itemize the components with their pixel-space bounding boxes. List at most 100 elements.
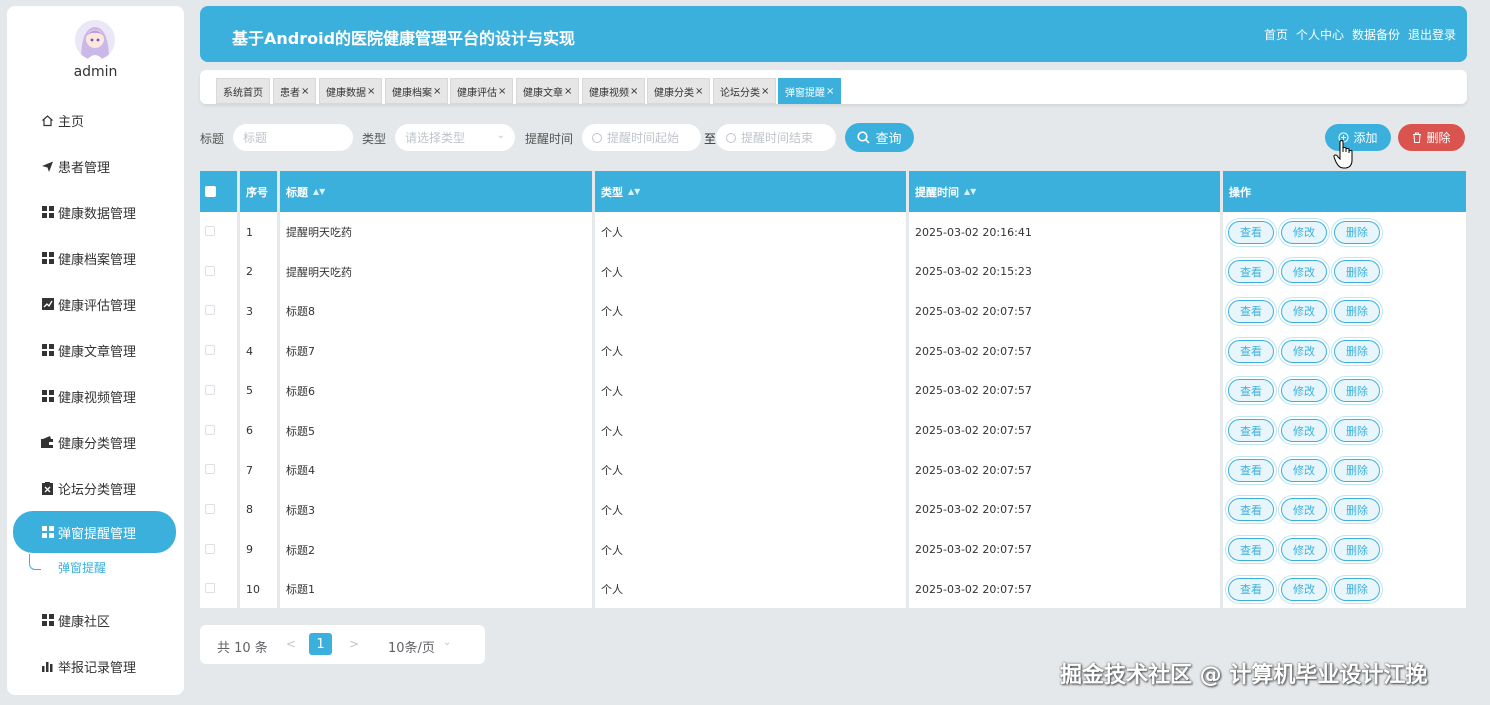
delete-button[interactable]: 删除 <box>1334 339 1380 363</box>
table-row: 8 标题3 个人 2025-03-02 20:07:57 查看 修改 删除 <box>200 490 1466 530</box>
close-icon[interactable]: × <box>498 86 506 97</box>
delete-button[interactable]: 删除 <box>1334 419 1380 442</box>
view-button[interactable]: 查看 <box>1228 260 1274 284</box>
view-button[interactable]: 查看 <box>1228 458 1274 482</box>
top-header: 基于Android的医院健康管理平台的设计与实现 首页 个人中心 数据备份 退出… <box>200 6 1467 62</box>
time-start-input[interactable]: 提醒时间起始 <box>582 124 701 151</box>
tab-patients[interactable]: 患者 × <box>273 78 317 104</box>
tab-system-home[interactable]: 系统首页 <box>216 78 270 104</box>
sidebar-item-health-assessment[interactable]: 健康评估管理 <box>13 283 176 325</box>
close-icon[interactable]: × <box>695 86 703 97</box>
sidebar-item-health-articles[interactable]: 健康文章管理 <box>13 329 176 371</box>
sort-icon[interactable]: ▲▼ <box>628 187 640 196</box>
close-icon[interactable]: × <box>761 86 769 97</box>
delete-button[interactable]: 删除 <box>1334 379 1380 403</box>
header-link-home[interactable]: 首页 <box>1264 26 1288 43</box>
sidebar-item-health-community[interactable]: 健康社区 <box>13 599 176 641</box>
time-end-input[interactable]: 提醒时间结束 <box>716 124 836 151</box>
cell-title: 提醒明天吃药 <box>286 226 352 239</box>
row-checkbox[interactable] <box>205 345 215 356</box>
edit-button[interactable]: 修改 <box>1281 220 1327 244</box>
edit-button[interactable]: 修改 <box>1281 577 1327 601</box>
cell-type: 个人 <box>601 464 623 478</box>
row-checkbox[interactable] <box>205 583 215 594</box>
prev-page-button[interactable]: < <box>286 637 296 651</box>
row-checkbox[interactable] <box>205 384 215 395</box>
sidebar-item-health-records[interactable]: 健康档案管理 <box>13 237 176 279</box>
row-checkbox[interactable] <box>205 265 215 276</box>
tab-health-data[interactable]: 健康数据 × <box>319 78 383 104</box>
title-filter-input[interactable]: 标题 <box>233 124 353 151</box>
sort-icon[interactable]: ▲▼ <box>964 187 976 196</box>
table-row: 5 标题6 个人 2025-03-02 20:07:57 查看 修改 删除 <box>200 371 1466 411</box>
sidebar-item-health-videos[interactable]: 健康视频管理 <box>13 375 176 417</box>
avatar[interactable] <box>75 20 115 60</box>
close-icon[interactable]: × <box>367 86 375 97</box>
sidebar-item-health-data[interactable]: 健康数据管理 <box>13 191 176 233</box>
edit-button[interactable]: 修改 <box>1281 260 1327 284</box>
row-checkbox[interactable] <box>205 543 215 554</box>
header-link-logout[interactable]: 退出登录 <box>1408 26 1456 43</box>
sidebar-item-forum-categories[interactable]: 论坛分类管理 <box>13 467 176 509</box>
table-header: 序号 标题 ▲▼ 类型 ▲▼ 提醒时间 ▲▼ 操作 <box>200 171 1466 212</box>
header-link-backup[interactable]: 数据备份 <box>1352 26 1400 43</box>
row-checkbox[interactable] <box>205 226 215 236</box>
sidebar-item-popup-reminders[interactable]: 弹窗提醒管理 <box>13 511 176 553</box>
column-header-type[interactable]: 类型 ▲▼ <box>596 171 640 212</box>
close-icon[interactable]: × <box>564 86 572 97</box>
view-button[interactable]: 查看 <box>1228 419 1274 442</box>
edit-button[interactable]: 修改 <box>1281 538 1327 562</box>
tab-health-records[interactable]: 健康档案 × <box>385 78 449 104</box>
delete-button[interactable]: 删除 <box>1334 458 1380 482</box>
tab-health-videos[interactable]: 健康视频 × <box>582 78 646 104</box>
sort-icon[interactable]: ▲▼ <box>313 187 325 196</box>
row-checkbox[interactable] <box>205 424 215 435</box>
edit-button[interactable]: 修改 <box>1281 458 1327 482</box>
view-button[interactable]: 查看 <box>1228 220 1274 244</box>
select-all-checkbox[interactable] <box>205 186 216 197</box>
edit-button[interactable]: 修改 <box>1281 498 1327 522</box>
tab-health-categories[interactable]: 健康分类 × <box>647 78 711 104</box>
tab-health-assessment[interactable]: 健康评估 × <box>450 78 514 104</box>
row-checkbox[interactable] <box>205 464 215 475</box>
header-link-profile[interactable]: 个人中心 <box>1296 26 1344 43</box>
column-header-title[interactable]: 标题 ▲▼ <box>281 171 325 212</box>
view-button[interactable]: 查看 <box>1228 498 1274 522</box>
close-icon[interactable]: × <box>301 86 309 97</box>
delete-button[interactable]: 删除 <box>1334 577 1380 601</box>
close-icon[interactable]: × <box>826 86 834 97</box>
view-button[interactable]: 查看 <box>1228 299 1274 323</box>
delete-button[interactable]: 删除 <box>1334 538 1380 562</box>
sidebar-subitem-popup-reminder[interactable]: 弹窗提醒 <box>58 559 106 576</box>
view-button[interactable]: 查看 <box>1228 538 1274 562</box>
close-icon[interactable]: × <box>630 86 638 97</box>
next-page-button[interactable]: > <box>349 637 359 651</box>
sidebar-item-report-records[interactable]: 举报记录管理 <box>13 645 176 687</box>
close-icon[interactable]: × <box>433 86 441 97</box>
edit-button[interactable]: 修改 <box>1281 419 1327 442</box>
page-number-current[interactable]: 1 <box>309 633 332 655</box>
view-button[interactable]: 查看 <box>1228 379 1274 403</box>
column-header-time[interactable]: 提醒时间 ▲▼ <box>910 171 976 212</box>
row-checkbox[interactable] <box>205 503 215 514</box>
delete-button[interactable]: 删除 <box>1334 260 1380 284</box>
sidebar-item-health-categories[interactable]: 健康分类管理 <box>13 421 176 463</box>
search-button[interactable]: 查询 <box>845 123 914 152</box>
view-button[interactable]: 查看 <box>1228 577 1274 601</box>
edit-button[interactable]: 修改 <box>1281 299 1327 323</box>
tab-health-articles[interactable]: 健康文章 × <box>516 78 580 104</box>
edit-button[interactable]: 修改 <box>1281 339 1327 363</box>
sidebar-item-patients[interactable]: 患者管理 <box>13 145 176 187</box>
page-size-select[interactable]: 10条/页 <box>388 637 435 656</box>
row-checkbox[interactable] <box>205 305 215 316</box>
tab-popup-reminders[interactable]: 弹窗提醒 × <box>778 78 842 104</box>
sidebar-item-home[interactable]: 主页 <box>13 99 176 141</box>
delete-button[interactable]: 删除 <box>1334 498 1380 522</box>
batch-delete-button[interactable]: 删除 <box>1398 124 1465 151</box>
delete-button[interactable]: 删除 <box>1334 299 1380 323</box>
tab-forum-categories[interactable]: 论坛分类 × <box>713 78 777 104</box>
delete-button[interactable]: 删除 <box>1334 220 1380 244</box>
view-button[interactable]: 查看 <box>1228 339 1274 363</box>
type-filter-select[interactable]: 请选择类型 ⌄ <box>395 124 515 151</box>
edit-button[interactable]: 修改 <box>1281 379 1327 403</box>
